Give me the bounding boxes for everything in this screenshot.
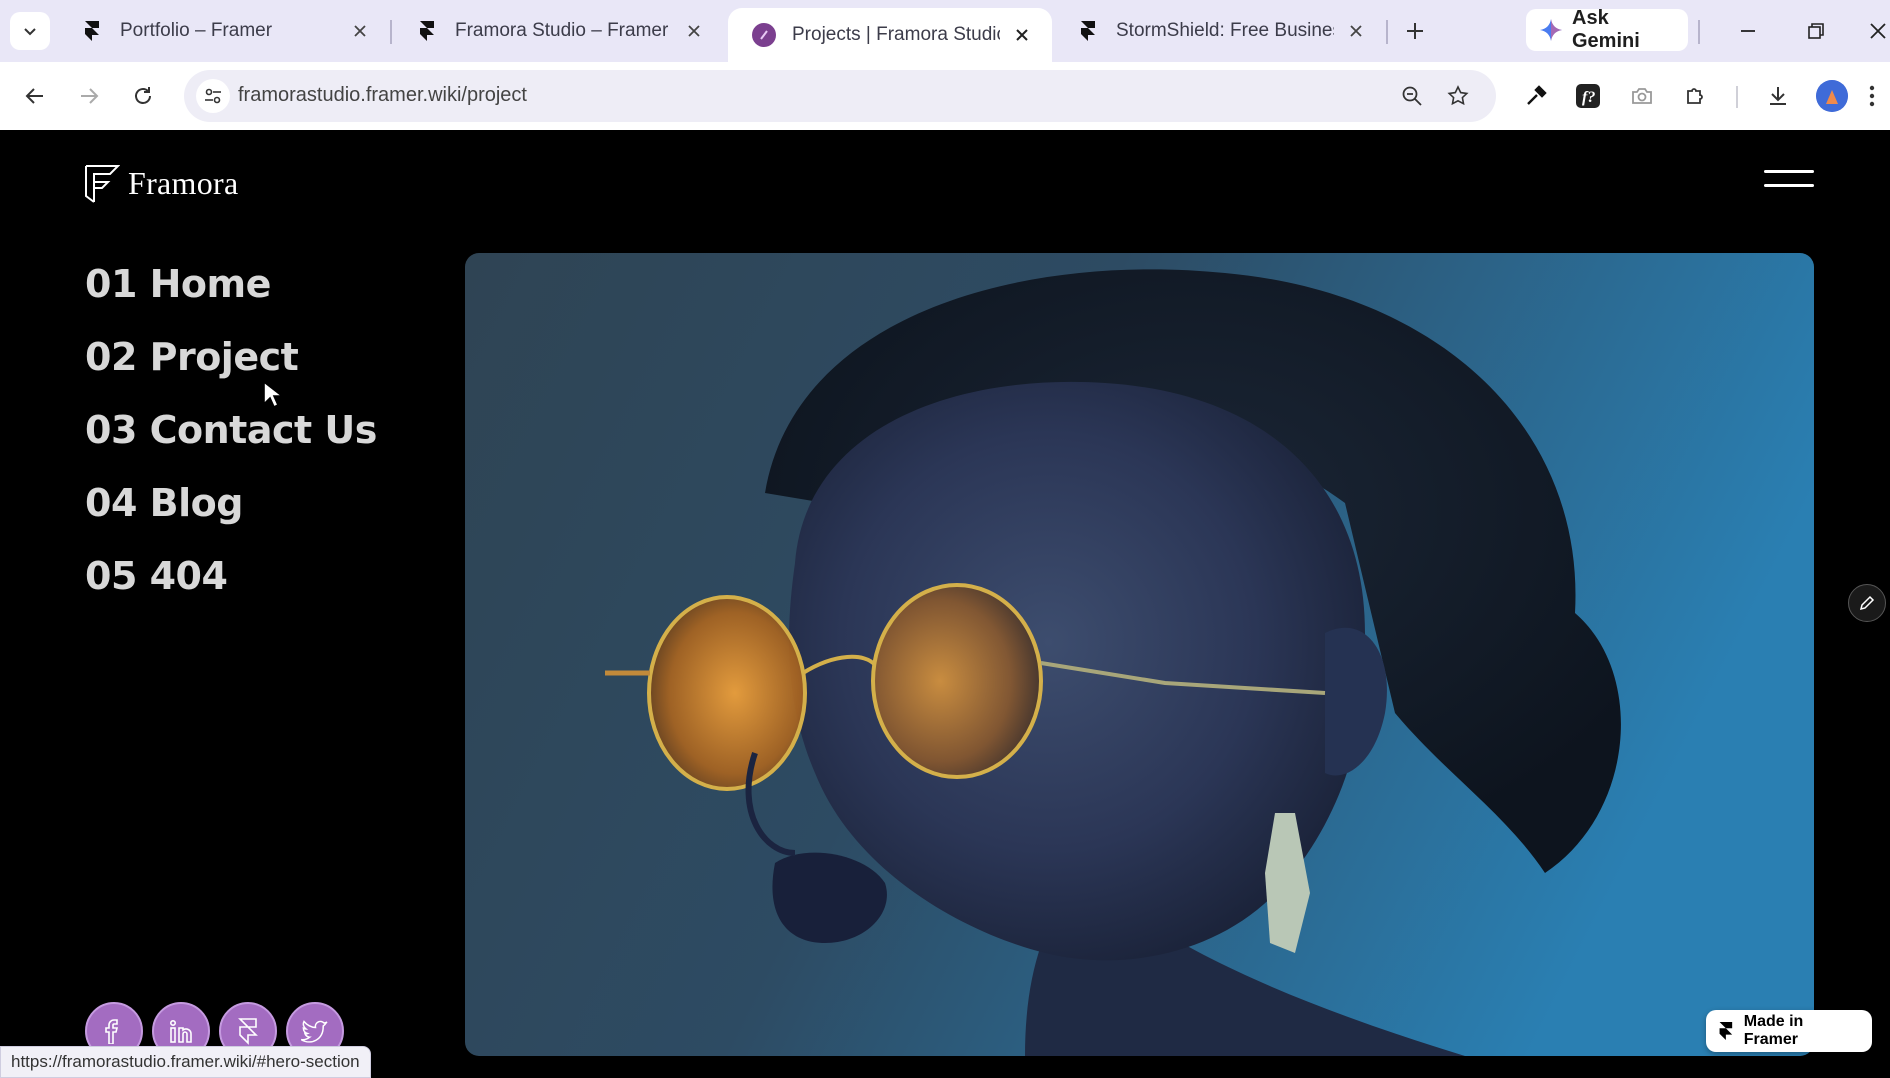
site-logo[interactable]: Framora [84,162,239,204]
restore-icon [1808,23,1824,39]
forward-button[interactable] [70,77,108,115]
framer-logo-icon [1719,1022,1733,1040]
zoom-button[interactable] [1398,82,1426,110]
portrait-illustration [465,253,1814,1056]
tab-projects-active[interactable]: Projects | Framora Studio Po [728,8,1052,62]
toolbar-separator [1736,86,1738,108]
new-tab-button[interactable] [1398,14,1432,48]
hamburger-menu-button[interactable] [1764,170,1814,192]
tab-separator [1698,20,1700,44]
ask-gemini-button[interactable]: Ask Gemini [1526,7,1688,52]
minimize-icon [1741,30,1755,32]
bookmark-button[interactable] [1444,82,1472,110]
eyedropper-icon [1527,85,1547,105]
framer-favicon-icon [415,19,439,43]
tab-separator [1386,20,1388,44]
twitter-icon [301,1020,328,1043]
camera-icon [1632,88,1652,104]
framora-favicon-icon [752,23,776,47]
svg-text:f?: f? [1582,89,1595,106]
restore-button[interactable] [1799,14,1833,48]
close-icon[interactable] [348,19,372,43]
tab-title: Portfolio – Framer [120,20,273,41]
pencil-icon [1859,595,1875,611]
url-text[interactable]: framorastudio.framer.wiki/project [238,84,527,107]
chevron-down-icon [24,28,36,36]
site-info-button[interactable] [196,79,230,113]
extensions-button[interactable] [1680,80,1712,112]
tab-title: StormShield: Free Business B [1116,20,1334,41]
menu-item-contact-us[interactable]: 03 Contact Us [85,394,377,467]
site-nav-menu: 01 Home 02 Project 03 Contact Us 04 Blog… [85,248,377,613]
reload-icon [135,87,151,104]
hamburger-line [1764,184,1814,187]
arrow-left-icon [25,88,43,104]
tab-strip: Portfolio – Framer Framora Studio – Fram… [0,0,1890,62]
status-bar-url: https://framorastudio.framer.wiki/#hero-… [0,1046,371,1078]
made-in-framer-badge[interactable]: Made in Framer [1706,1010,1872,1052]
close-window-button[interactable] [1866,14,1890,48]
made-in-framer-label: Made in Framer [1743,1013,1804,1048]
gemini-sparkle-icon [1540,19,1562,41]
download-icon [1770,87,1786,105]
close-icon [1870,23,1886,39]
tab-stormshield[interactable]: StormShield: Free Business B [1052,8,1386,54]
tab-portfolio[interactable]: Portfolio – Framer [56,8,390,54]
puzzle-icon [1687,88,1703,104]
browser-toolbar: framorastudio.framer.wiki/project f? [0,62,1890,130]
more-vert-icon [1869,85,1875,107]
linkedin-icon [169,1019,192,1043]
profile-avatar[interactable] [1816,80,1848,112]
star-icon [1447,85,1469,106]
edit-page-button[interactable] [1848,584,1886,622]
downloads-button[interactable] [1762,80,1794,112]
plus-icon [1407,23,1423,39]
framer-favicon-icon [80,19,104,43]
zoom-out-icon [1402,86,1422,106]
screenshot-extension-button[interactable] [1626,80,1658,112]
close-icon[interactable] [1344,19,1368,43]
browser-menu-button[interactable] [1862,80,1882,112]
tab-framora-studio[interactable]: Framora Studio – Framer [391,8,724,54]
back-button[interactable] [16,77,54,115]
ask-gemini-label: Ask Gemini [1572,7,1640,52]
tab-title: Projects | Framora Studio Po [792,24,1000,45]
tune-icon [205,88,221,104]
menu-item-home[interactable]: 01 Home [85,248,377,321]
eyedropper-extension-button[interactable] [1520,80,1552,112]
web-page: Framora 01 Home 02 Project 03 Contact Us… [0,130,1890,1078]
framora-logo-icon [85,165,120,203]
brand-name: Framora [128,164,239,201]
address-bar[interactable]: framorastudio.framer.wiki/project [184,70,1496,122]
framer-icon [238,1018,258,1045]
menu-item-404[interactable]: 05 404 [85,540,377,613]
menu-item-project[interactable]: 02 Project [85,321,377,394]
minimize-button[interactable] [1731,14,1765,48]
arrow-right-icon [81,88,99,104]
facebook-icon [105,1019,119,1044]
close-icon[interactable] [1010,23,1034,47]
menu-item-blog[interactable]: 04 Blog [85,467,377,540]
hero-image [465,253,1814,1056]
framer-favicon-icon [1076,19,1100,43]
font-extension-button[interactable]: f? [1572,80,1604,112]
mouse-cursor-icon [263,380,284,409]
close-icon[interactable] [682,19,706,43]
tab-title: Framora Studio – Framer [455,20,669,41]
avatar-icon [1816,80,1848,112]
hamburger-line [1764,170,1814,173]
reload-button[interactable] [124,77,162,115]
tab-search-button[interactable] [10,12,50,50]
font-f-icon: f? [1576,84,1600,108]
